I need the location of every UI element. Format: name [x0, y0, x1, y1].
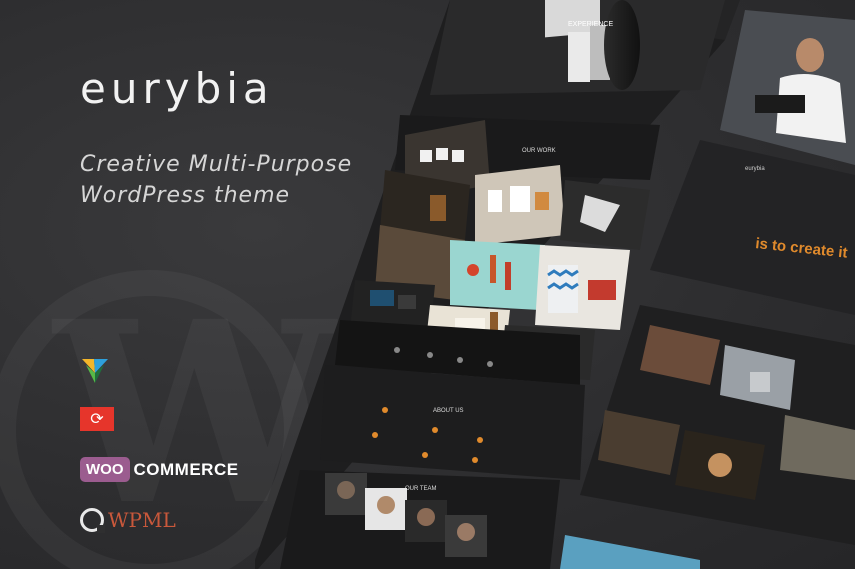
team-title: OUR TEAM	[405, 486, 437, 492]
bottom-partial-card	[560, 535, 700, 569]
work-title: OUR WORK	[522, 148, 556, 154]
headline-card-mockup: eurybia is to create it	[650, 140, 855, 315]
theme-mockups: EXPERIENCE OUR WORK ABOUT US OUR TEAM eu…	[255, 0, 855, 569]
about-title: ABOUT US	[433, 408, 464, 414]
promo-banner: eurybia Creative Multi-Purpose WordPress…	[0, 0, 855, 569]
blog-grid-mockup	[580, 305, 855, 545]
hero-label: EXPERIENCE	[568, 21, 613, 28]
right-card-brand: eurybia	[745, 166, 765, 172]
photographer-card-mockup	[720, 10, 855, 165]
